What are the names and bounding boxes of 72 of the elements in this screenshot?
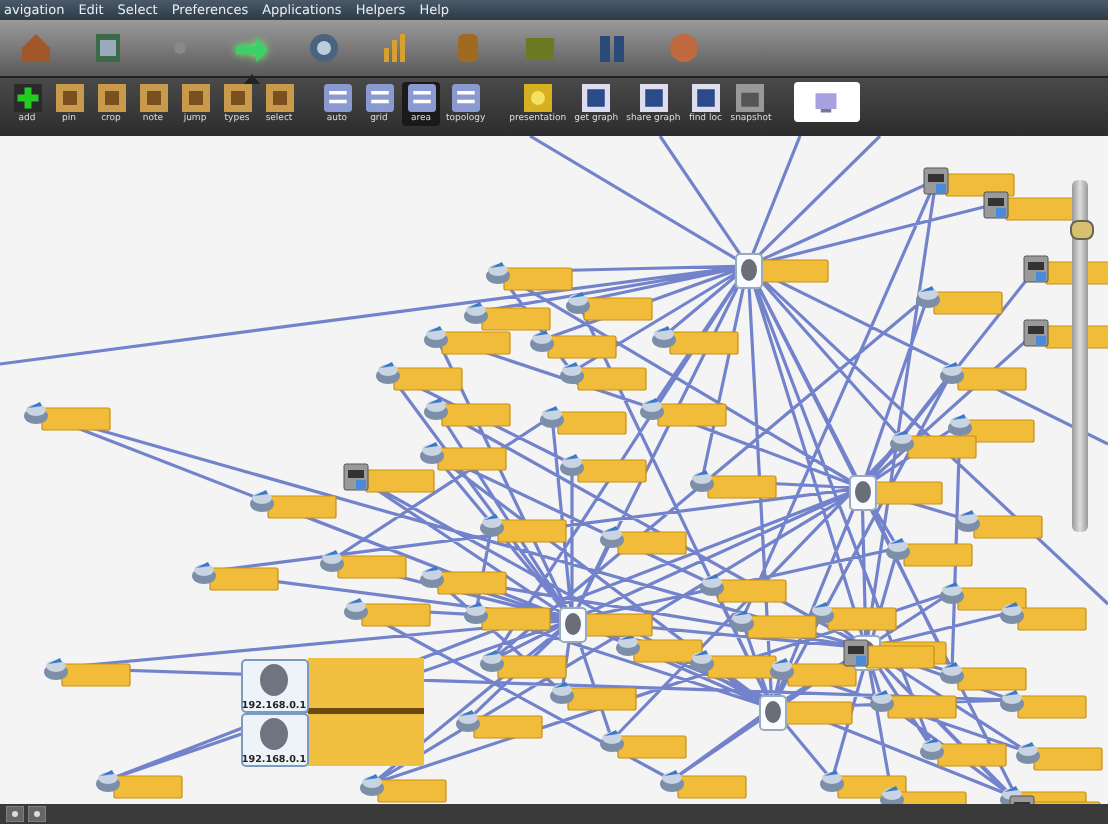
- view-button[interactable]: [793, 82, 860, 122]
- router-node: [870, 690, 957, 719]
- router-node: [320, 550, 407, 579]
- router-node: [730, 610, 817, 639]
- router-node: [420, 566, 507, 595]
- router-node: [810, 602, 897, 631]
- router-node: [540, 406, 627, 435]
- pan-icon[interactable]: [6, 806, 24, 822]
- avatar-icon[interactable]: [666, 30, 702, 66]
- router-node: [770, 658, 857, 687]
- router-node: [940, 582, 1027, 611]
- square-icon: [139, 84, 167, 112]
- router-node: [690, 470, 777, 499]
- server-node: [983, 191, 1075, 221]
- router-node: [420, 442, 507, 471]
- badge-icon[interactable]: [306, 30, 342, 66]
- router-node: [940, 662, 1027, 691]
- router-node: [486, 262, 573, 291]
- router-node: [96, 770, 183, 799]
- router-node: [456, 710, 543, 739]
- add-icon: [13, 84, 41, 112]
- router-node: [940, 362, 1027, 391]
- fingerprint-node: [735, 253, 829, 289]
- router-node: [600, 526, 687, 555]
- router-node: [192, 562, 279, 591]
- router-node: [344, 598, 431, 627]
- router-node: [480, 514, 567, 543]
- router-node: [1000, 690, 1087, 719]
- router-node: [890, 430, 977, 459]
- router-node: [700, 574, 787, 603]
- server-node: [843, 639, 935, 669]
- grid-icon: [365, 84, 393, 112]
- router-node: [24, 402, 111, 431]
- layout-icon: [323, 84, 351, 112]
- router-node: [464, 302, 551, 331]
- router-node: [530, 330, 617, 359]
- router-node: [652, 326, 739, 355]
- topology-icon: [451, 84, 480, 112]
- fit-icon[interactable]: [28, 806, 46, 822]
- router-node: [916, 286, 1003, 315]
- router-node: [566, 292, 653, 321]
- router-node: [424, 398, 511, 427]
- zoom-slider[interactable]: [1072, 180, 1088, 532]
- router-node: [600, 730, 687, 759]
- router-node: [560, 362, 647, 391]
- router-node: [480, 650, 567, 679]
- router-node: [640, 398, 727, 427]
- router-node: [250, 490, 337, 519]
- router-node: [464, 602, 551, 631]
- fingerprint-node: [559, 607, 653, 643]
- router-node: [550, 682, 637, 711]
- router-node: [956, 510, 1043, 539]
- router-node: [660, 770, 747, 799]
- slider-thumb[interactable]: [1070, 220, 1094, 241]
- area-icon: [407, 84, 435, 112]
- router-node: [690, 650, 777, 679]
- router-node: [920, 738, 1007, 767]
- router-node: [376, 362, 463, 391]
- router-node: [360, 774, 447, 803]
- router-node: [44, 658, 131, 687]
- sun-icon: [523, 84, 552, 112]
- server-node: [923, 167, 1015, 197]
- fingerprint-node: [759, 695, 853, 731]
- router-node: [886, 538, 973, 567]
- router-node: [424, 326, 511, 355]
- server-node: [343, 463, 435, 493]
- home-icon[interactable]: [18, 30, 54, 66]
- router-node: [1000, 602, 1087, 631]
- router-node: [1016, 742, 1103, 771]
- fingerprint-node: [849, 475, 943, 511]
- monitor-icon: [812, 88, 841, 116]
- router-node: [560, 454, 647, 483]
